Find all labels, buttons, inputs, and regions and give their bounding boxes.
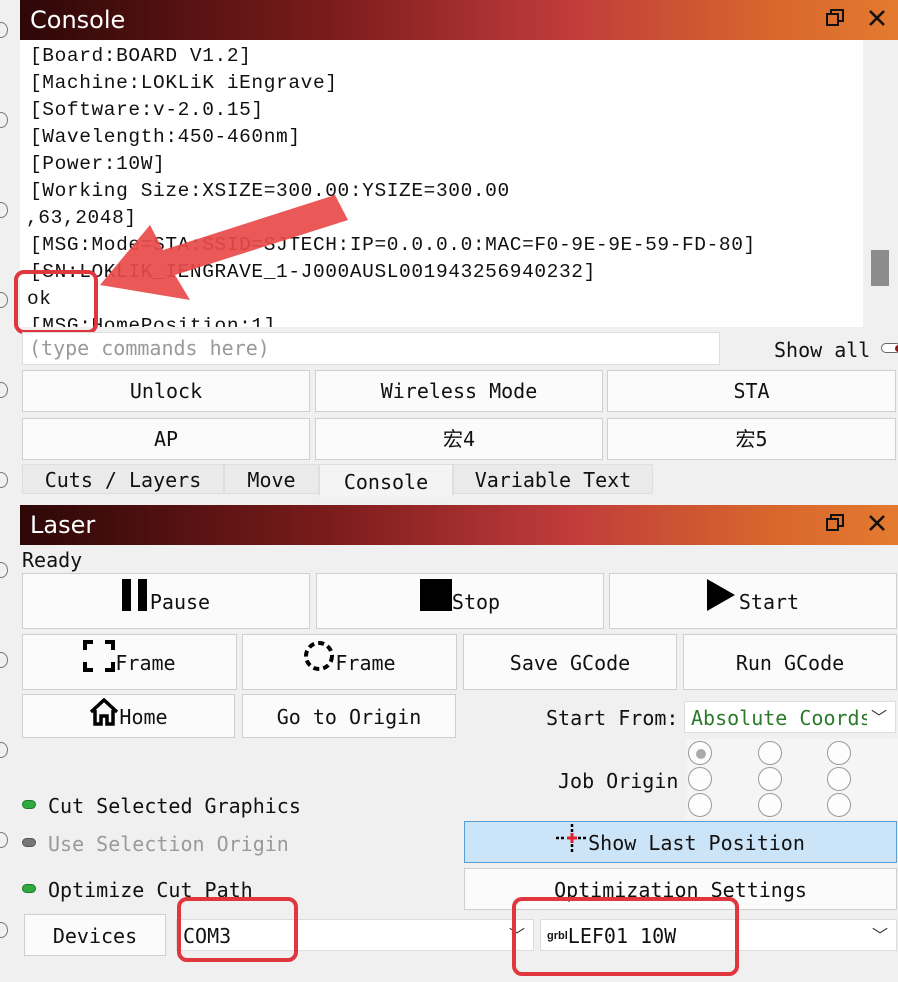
edge-marker [0,202,8,218]
frame-label: Frame [115,651,176,675]
frame-circle-icon [303,637,335,693]
use-selection-origin-label: Use Selection Origin [48,832,289,856]
origin-top-right-radio[interactable] [827,741,851,765]
restore-icon[interactable] [826,8,844,32]
annotation-highlight-device [512,897,739,976]
laser-titlebar[interactable]: Laser [20,505,898,545]
edge-marker [0,292,8,308]
edge-marker [0,832,8,848]
restore-icon[interactable] [826,513,844,537]
home-label: Home [119,705,168,729]
devices-button[interactable]: Devices [24,914,166,956]
edge-marker [0,382,8,398]
chevron-down-icon: ﹀ [871,926,888,945]
pause-icon [121,576,148,632]
laser-status: Ready [22,548,83,572]
close-icon[interactable] [868,513,886,537]
edge-marker [0,652,8,668]
home-icon [89,697,119,741]
pause-button[interactable]: Pause [22,573,310,629]
edge-marker [0,922,8,938]
origin-top-left-radio[interactable] [688,741,712,765]
origin-middle-right-radio[interactable] [827,767,851,791]
show-all-label: Show all [774,338,871,362]
console-line: [Software:v-2.0.15] [30,99,264,121]
go-to-origin-button[interactable]: Go to Origin [242,694,456,738]
job-origin-grid [686,739,898,819]
laser-title: Laser [30,511,96,539]
origin-bottom-right-radio[interactable] [827,793,851,817]
use-selection-origin-toggle[interactable] [22,838,36,847]
edge-marker [0,472,8,488]
start-label: Start [738,590,800,614]
show-last-position-label: Show Last Position [588,831,805,855]
origin-bottom-center-radio[interactable] [758,793,782,817]
tab-console[interactable]: Console [319,464,453,497]
stop-label: Stop [451,590,501,614]
left-panel-edge [0,0,20,982]
optimize-cut-toggle[interactable] [22,884,36,893]
stop-icon [419,576,452,632]
origin-bottom-left-radio[interactable] [688,793,712,817]
macro4-button[interactable]: 宏4 [315,418,603,460]
edge-marker [0,112,8,128]
show-all-toggle[interactable] [881,343,898,353]
macro5-button[interactable]: 宏5 [607,418,896,460]
frame-circle-button[interactable]: Frame [242,634,457,690]
frame2-label: Frame [335,651,396,675]
origin-middle-left-radio[interactable] [688,767,712,791]
console-line: [Board:BOARD V1.2] [30,45,252,67]
sta-button[interactable]: STA [607,370,896,412]
cut-selected-label: Cut Selected Graphics [48,794,301,818]
tab-variable-text[interactable]: Variable Text [453,464,653,494]
origin-center-radio[interactable] [758,767,782,791]
origin-top-center-radio[interactable] [758,741,782,765]
console-title: Console [30,6,126,34]
chevron-down-icon: ﹀ [866,702,887,732]
frame-rect-button[interactable]: Frame [22,634,237,690]
console-line: [Working Size:XSIZE=300.00:YSIZE=300.00 [30,180,510,202]
job-origin-label: Job Origin [558,769,679,793]
console-line: [Power:10W] [30,153,166,175]
annotation-highlight-port [177,897,298,962]
start-from-label: Start From: [546,706,679,730]
unlock-button[interactable]: Unlock [22,370,310,412]
console-line: [SN:LOKLIK_IENGRAVE_1-J000AUSL0019432569… [30,261,596,283]
tab-cuts-layers[interactable]: Cuts / Layers [22,464,224,494]
cut-selected-toggle[interactable] [22,800,36,809]
edge-marker [0,22,8,38]
console-output[interactable]: [Board:BOARD V1.2] [Machine:LOKLiK iEngr… [20,40,863,327]
frame-square-icon [83,637,116,693]
console-line: [MSG:Mode=STA:SSID=SJTECH:IP=0.0.0.0:MAC… [30,234,756,256]
save-gcode-button[interactable]: Save GCode [463,634,677,690]
console-line: ,63,2048] [26,207,137,229]
pause-label: Pause [149,590,211,614]
play-icon [706,576,735,632]
tab-move[interactable]: Move [224,464,319,494]
command-input[interactable]: (type commands here) [22,332,720,365]
console-line: [Machine:LOKLiK iEngrave] [30,72,338,94]
show-last-position-button[interactable]: Show Last Position [464,821,897,863]
console-scrollbar-thumb[interactable] [871,250,889,286]
run-gcode-button[interactable]: Run GCode [683,634,897,690]
wireless-mode-button[interactable]: Wireless Mode [315,370,603,412]
ap-button[interactable]: AP [22,418,310,460]
close-icon[interactable] [868,8,886,32]
home-button[interactable]: Home [22,694,235,738]
edge-marker [0,562,8,578]
start-from-value: Absolute Coords [691,706,872,730]
crosshair-icon [556,823,589,866]
console-titlebar[interactable]: Console [20,0,898,40]
edge-marker [0,742,8,758]
start-button[interactable]: Start [609,573,897,629]
stop-button[interactable]: Stop [316,573,604,629]
start-from-select[interactable]: Absolute Coords ﹀ [684,701,896,733]
annotation-highlight-ok [14,270,98,334]
console-line: [Wavelength:450-460nm] [30,126,301,148]
